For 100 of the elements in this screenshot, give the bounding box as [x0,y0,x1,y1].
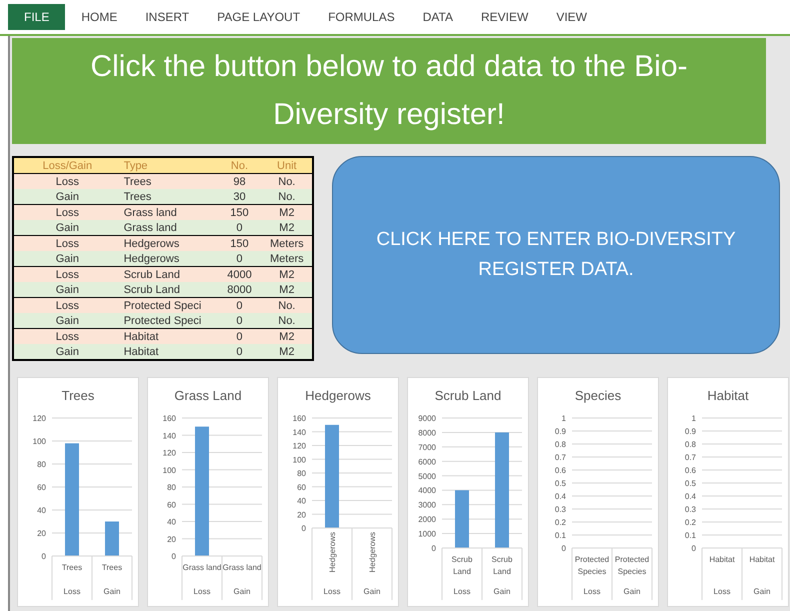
chart-title: Habitat [707,388,749,403]
table-cell: Scrub Land [120,282,218,298]
axis-tick-label: 0.8 [684,440,696,449]
axis-tick-label: 0 [692,544,696,553]
table-cell: Protected Speci [120,313,218,328]
ribbon-tab[interactable]: DATA [410,4,465,30]
axis-tick-label: 160 [162,414,176,423]
table-cell: 30 [217,189,262,204]
table-cell: Gain [13,220,121,236]
ribbon-tab[interactable]: HOME [69,4,130,30]
ribbon-tab[interactable]: FILE [8,4,66,30]
category-label: Trees [102,563,122,572]
table-cell: M2 [262,344,313,360]
category-label: Scrub Land [492,555,512,576]
table-cell: 0 [217,344,262,360]
ribbon-tab[interactable]: REVIEW [468,4,540,30]
table-cell: 0 [217,313,262,328]
chart-title: Grass Land [174,388,242,403]
axis-tick-label: 80 [297,469,306,478]
axis-tick-label: 0 [562,544,566,553]
axis-tick-label: 0 [302,524,306,533]
column-header: Unit [262,157,313,174]
group-label: Loss [64,587,80,596]
axis-tick-label: 0 [42,552,46,561]
table-cell: Grass land [120,220,218,236]
category-label: Trees [62,563,82,572]
axis-tick-label: 2000 [418,515,436,524]
table-cell: 8000 [217,282,262,298]
axis-tick-label: 0.4 [684,492,696,501]
axis-tick-label: 60 [167,500,176,510]
table-cell: Gain [13,282,121,298]
axis-tick-label: 1000 [418,530,436,539]
axis-tick-label: 100 [162,466,176,475]
table-cell: Trees [120,189,218,204]
group-label: Loss [584,587,600,596]
axis-tick-label: 0.9 [684,427,696,436]
axis-tick-label: 120 [162,448,176,458]
axis-tick-label: 0.7 [554,453,566,462]
group-label: Gain [494,587,510,596]
category-label: Habitat [709,555,735,564]
axis-tick-label: 0.7 [684,453,696,462]
chart-title: Scrub Land [434,388,502,403]
axis-tick-label: 3000 [418,500,436,510]
axis-tick-label: 160 [292,414,306,423]
table-cell: Habitat [120,344,218,360]
category-label: Protected Species [614,555,650,576]
axis-tick-label: 1 [562,414,566,423]
axis-tick-label: 60 [297,482,306,492]
table-cell: 0 [217,220,262,236]
axis-tick-label: 1 [692,414,696,423]
axis-tick-label: 7000 [418,442,436,452]
table-cell: Gain [13,189,121,204]
group-label: Gain [234,587,250,596]
ribbon-tab[interactable]: PAGE LAYOUT [205,4,312,30]
axis-tick-label: 0.3 [554,505,566,514]
axis-tick-label: 4000 [418,486,436,496]
axis-tick-label: 40 [297,496,306,506]
ribbon-tab[interactable]: FORMULAS [316,4,407,30]
axis-tick-label: 8000 [418,428,436,438]
axis-tick-label: 9000 [418,414,436,423]
ribbon-tab[interactable]: INSERT [133,4,202,30]
axis-tick-label: 6000 [418,457,436,466]
group-label: Gain [624,587,640,596]
table-cell: M2 [262,282,313,298]
table-cell: Hedgerows [120,251,218,266]
group-label: Gain [104,587,120,596]
axis-tick-label: 80 [37,460,46,469]
table-cell: M2 [262,220,313,236]
axis-tick-label: 140 [292,428,306,437]
axis-tick-label: 0.1 [684,531,696,540]
bar [455,490,469,548]
table-cell: Gain [13,313,121,328]
axis-tick-label: 40 [167,518,176,526]
column-header: Loss/Gain [13,157,121,174]
axis-tick-label: 0 [172,552,176,561]
category-label: Protected Species [574,555,610,576]
ribbon-tab[interactable]: VIEW [544,4,599,30]
axis-tick-label: 0.8 [554,440,566,449]
axis-tick-label: 20 [167,534,176,544]
banner-text: Click the button below to add data to the Bio-Diversity register! [89,49,689,133]
group-label: Gain [364,587,380,596]
axis-tick-label: 100 [292,455,306,464]
group-label: Loss [194,587,210,596]
table-cell: No. [262,189,313,204]
axis-tick-label: 5000 [418,472,436,481]
category-label: Hedgerows [368,532,377,572]
axis-tick-label: 0.2 [554,518,566,527]
axis-tick-label: 40 [37,506,46,515]
table-cell: Meters [262,251,313,266]
table-cell: No. [262,313,313,328]
group-label: Loss [454,587,470,596]
axis-tick-label: 0.6 [554,466,566,475]
group-label: Loss [324,587,340,596]
table-cell: Gain [13,251,121,266]
category-label: Grass land [222,563,262,572]
axis-tick-label: 0.5 [554,479,566,488]
axis-tick-label: 20 [297,510,306,520]
category-label: Scrub Land [452,555,472,576]
category-label: Grass land [182,563,222,572]
axis-tick-label: 0 [432,544,436,553]
